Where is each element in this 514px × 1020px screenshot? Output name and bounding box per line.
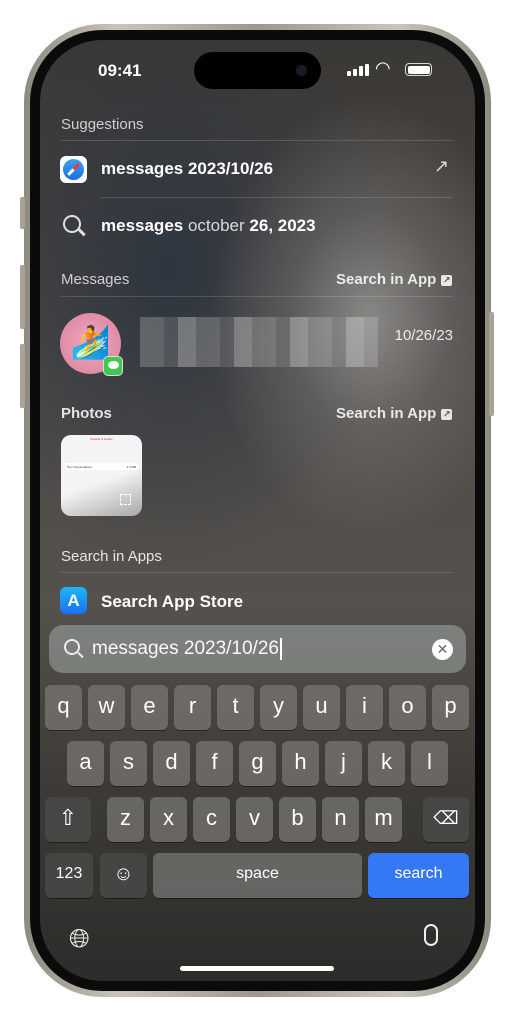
app-store-label: Search App Store [101, 592, 244, 611]
suggestion-text: messages 2023/10/26 [101, 159, 274, 178]
live-text-icon [120, 494, 131, 505]
numbers-key[interactable]: 123 [45, 853, 93, 898]
key-r[interactable]: r [174, 685, 211, 730]
redacted-message-preview [140, 317, 378, 367]
suggestions-header: Suggestions [61, 116, 144, 133]
wifi-icon: ◠ [375, 58, 391, 78]
key-k[interactable]: k [368, 741, 405, 786]
search-in-apps-header: Search in Apps [61, 548, 162, 565]
key-x[interactable]: x [150, 797, 187, 842]
divider [101, 197, 453, 198]
key-i[interactable]: i [346, 685, 383, 730]
status-time: 09:41 [98, 61, 142, 80]
screen: 09:41 ◠ Suggestions messages 2023/10/26 … [40, 40, 475, 981]
key-m[interactable]: m [365, 797, 402, 842]
key-h[interactable]: h [282, 741, 319, 786]
action-button [20, 197, 25, 229]
key-q[interactable]: q [45, 685, 82, 730]
photo-thumbnail[interactable]: Disable & Delete Top Conversations 2.4 MB [61, 435, 142, 516]
messages-app-icon [103, 356, 123, 376]
key-d[interactable]: d [153, 741, 190, 786]
key-o[interactable]: o [389, 685, 426, 730]
photos-search-in-app[interactable]: Search in App ↗ [336, 405, 453, 422]
emoji-key[interactable]: ☺ [100, 853, 147, 898]
search-icon [63, 215, 86, 236]
text-bold: 26, 2023 [249, 216, 316, 235]
key-l[interactable]: l [411, 741, 448, 786]
shift-key[interactable]: ⇧ [45, 797, 91, 842]
key-j[interactable]: j [325, 741, 362, 786]
key-u[interactable]: u [303, 685, 340, 730]
key-t[interactable]: t [217, 685, 254, 730]
globe-icon[interactable]: 🌐︎ [69, 923, 90, 955]
search-field[interactable]: messages 2023/10/26 ✕ [49, 625, 466, 673]
search-icon [64, 639, 84, 659]
key-e[interactable]: e [131, 685, 168, 730]
photos-header: Photos [61, 405, 112, 422]
key-f[interactable]: f [196, 741, 233, 786]
divider [61, 296, 453, 297]
camera-icon [296, 65, 307, 76]
home-indicator[interactable] [180, 966, 334, 971]
signal-icon [347, 64, 369, 76]
search-app-store[interactable]: A Search App Store [60, 587, 455, 615]
thumb-row: Top Conversations 2.4 MB [65, 463, 138, 470]
key-w[interactable]: w [88, 685, 125, 730]
suggestion-text: messages october 26, 2023 [101, 216, 316, 236]
messages-search-in-app[interactable]: Search in App ↗ [336, 271, 453, 288]
suggestion-safari[interactable]: messages 2023/10/26 ↗ [60, 156, 455, 184]
volume-down-button [20, 344, 25, 408]
dynamic-island [194, 52, 321, 89]
key-s[interactable]: s [110, 741, 147, 786]
app-store-icon: A [60, 587, 87, 614]
thumb-title: Disable & Delete [90, 437, 113, 441]
side-button [489, 312, 494, 416]
external-link-icon: ↗ [441, 275, 453, 286]
search-input[interactable]: messages 2023/10/26 [92, 638, 282, 660]
messages-header: Messages [61, 271, 130, 288]
microphone-icon[interactable] [424, 924, 438, 946]
key-y[interactable]: y [260, 685, 297, 730]
link-label: Search in App [336, 271, 437, 288]
external-link-icon: ↗ [441, 409, 453, 420]
clear-icon[interactable]: ✕ [432, 639, 453, 660]
key-p[interactable]: p [432, 685, 469, 730]
divider [61, 140, 453, 141]
battery-icon [405, 63, 432, 76]
thumb-row-size: 2.4 MB [126, 465, 136, 469]
arrow-up-right-icon: ↗ [434, 156, 450, 176]
key-g[interactable]: g [239, 741, 276, 786]
link-label: Search in App [336, 405, 437, 422]
key-b[interactable]: b [279, 797, 316, 842]
divider [61, 572, 453, 573]
message-result[interactable]: 🏄 10/26/23 [60, 311, 455, 376]
message-date: 10/26/23 [394, 327, 453, 344]
text-bold: messages [101, 216, 184, 235]
space-key[interactable]: space [153, 853, 362, 898]
search-key[interactable]: search [368, 853, 469, 898]
thumb-row-label: Top Conversations [67, 465, 92, 469]
key-n[interactable]: n [322, 797, 359, 842]
safari-icon [60, 156, 87, 183]
delete-key[interactable]: ⌫ [423, 797, 469, 842]
key-v[interactable]: v [236, 797, 273, 842]
key-z[interactable]: z [107, 797, 144, 842]
suggestion-search[interactable]: messages october 26, 2023 [60, 213, 455, 241]
key-a[interactable]: a [67, 741, 104, 786]
text-light: october [187, 216, 245, 235]
volume-up-button [20, 265, 25, 329]
key-c[interactable]: c [193, 797, 230, 842]
